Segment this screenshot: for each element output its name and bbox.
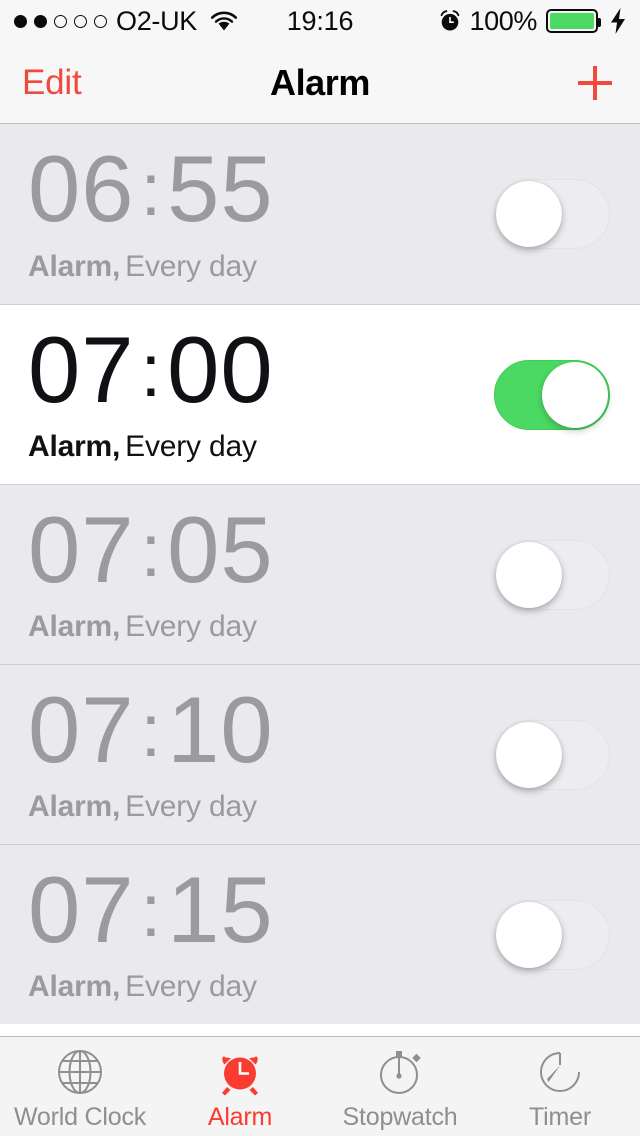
charging-bolt-icon (611, 8, 625, 34)
alarm-row[interactable]: 07:15 Alarm, Every day (0, 844, 640, 1024)
navigation-bar: Edit Alarm (0, 42, 640, 124)
tab-timer[interactable]: Timer (480, 1037, 640, 1136)
alarm-minute: 10 (167, 676, 274, 782)
edit-button[interactable]: Edit (22, 63, 82, 103)
signal-dot-2 (34, 14, 47, 28)
alarm-time-colon: : (140, 328, 162, 412)
alarm-minute: 55 (167, 136, 274, 242)
alarm-row-text: 07:10 Alarm, Every day (28, 682, 274, 824)
status-bar-right: 100% (439, 6, 626, 37)
alarm-hour: 07 (28, 856, 135, 962)
tab-bar: World Clock Alarm Stopwatch Timer (0, 1036, 640, 1136)
alarm-hour: 07 (28, 676, 135, 782)
alarm-toggle[interactable] (494, 539, 610, 610)
alarm-toggle[interactable] (494, 899, 610, 970)
alarm-hour: 06 (28, 136, 135, 242)
alarm-repeat: Every day (125, 610, 257, 644)
alarm-toggle-knob (496, 181, 562, 247)
status-bar: O2-UK 19:16 100% (0, 0, 640, 42)
alarm-hour: 07 (28, 316, 135, 422)
alarm-time: 07:15 (28, 862, 274, 956)
app-screen: O2-UK 19:16 100% Edit Alarm 06:55 Alarm,… (0, 0, 640, 1136)
alarm-time-colon: : (140, 688, 162, 772)
tab-label-world-clock: World Clock (13, 1103, 147, 1131)
alarm-badge-icon (440, 10, 459, 31)
status-bar-left: O2-UK (14, 6, 239, 37)
battery-percent-label: 100% (469, 5, 538, 36)
alarm-row-text: 07:00 Alarm, Every day (28, 322, 274, 464)
alarm-label: Alarm, (28, 249, 121, 283)
tab-alarm[interactable]: Alarm (160, 1037, 320, 1136)
alarm-label: Alarm, (28, 610, 121, 644)
alarm-repeat: Every day (125, 970, 257, 1004)
alarm-time-colon: : (140, 148, 162, 232)
alarm-label: Alarm, (28, 430, 121, 464)
alarm-toggle-knob (496, 541, 562, 608)
alarm-subtitle: Alarm, Every day (28, 790, 274, 824)
signal-dot-1 (14, 14, 27, 28)
alarm-row-text: 07:05 Alarm, Every day (28, 502, 274, 644)
alarm-repeat: Every day (125, 249, 257, 283)
alarm-label: Alarm, (28, 970, 121, 1004)
tab-label-alarm: Alarm (207, 1103, 273, 1131)
battery-icon (546, 9, 601, 33)
alarm-time: 07:10 (28, 682, 274, 776)
signal-strength-dots (14, 14, 107, 28)
page-title: Alarm (269, 61, 371, 103)
battery-fill (550, 13, 594, 29)
status-bar-clock: 19:16 (286, 5, 354, 36)
alarm-row-text: 07:15 Alarm, Every day (28, 862, 274, 1004)
alarm-label: Alarm, (28, 790, 121, 824)
alarm-toggle[interactable] (494, 719, 610, 790)
alarm-toggle-knob (542, 361, 608, 428)
alarm-toggle[interactable] (494, 179, 610, 249)
alarm-row[interactable]: 06:55 Alarm, Every day (0, 124, 640, 304)
alarm-time-colon: : (140, 868, 162, 952)
tab-world-clock[interactable]: World Clock (0, 1037, 160, 1136)
wifi-icon (210, 11, 238, 31)
alarm-time-colon: : (140, 508, 162, 592)
alarm-time: 07:05 (28, 502, 274, 596)
alarm-row-text: 06:55 Alarm, Every day (28, 142, 274, 284)
alarm-row[interactable]: 07:05 Alarm, Every day (0, 484, 640, 664)
tab-stopwatch[interactable]: Stopwatch (320, 1037, 480, 1136)
alarm-subtitle: Alarm, Every day (28, 610, 274, 644)
alarm-subtitle: Alarm, Every day (28, 250, 274, 284)
alarm-list: 06:55 Alarm, Every day 07:00 Alarm, Every day… (0, 124, 640, 1036)
alarm-repeat: Every day (125, 790, 257, 824)
timer-icon (540, 1052, 580, 1092)
alarm-hour: 07 (28, 496, 135, 602)
carrier-name: O2-UK (116, 5, 198, 36)
alarm-toggle-knob (496, 721, 562, 788)
signal-dot-3 (54, 14, 67, 28)
signal-dot-5 (94, 14, 107, 28)
alarm-subtitle: Alarm, Every day (28, 430, 274, 464)
alarm-minute: 00 (167, 316, 274, 422)
alarm-row[interactable]: 07:00 Alarm, Every day (0, 304, 640, 484)
alarm-toggle[interactable] (494, 359, 610, 430)
alarm-minute: 15 (167, 856, 274, 962)
stopwatch-icon (380, 1051, 421, 1094)
alarm-time: 06:55 (28, 142, 274, 236)
alarm-time: 07:00 (28, 322, 274, 416)
globe-icon (58, 1050, 102, 1094)
tab-label-timer: Timer (529, 1103, 591, 1131)
signal-dot-4 (74, 14, 87, 28)
alarm-clock-icon (222, 1056, 258, 1096)
add-alarm-button[interactable] (572, 60, 618, 106)
alarm-row[interactable]: 07:10 Alarm, Every day (0, 664, 640, 844)
alarm-subtitle: Alarm, Every day (28, 970, 274, 1004)
tab-label-stopwatch: Stopwatch (342, 1103, 458, 1131)
alarm-repeat: Every day (125, 430, 257, 464)
alarm-toggle-knob (496, 901, 562, 968)
alarm-minute: 05 (167, 496, 274, 602)
